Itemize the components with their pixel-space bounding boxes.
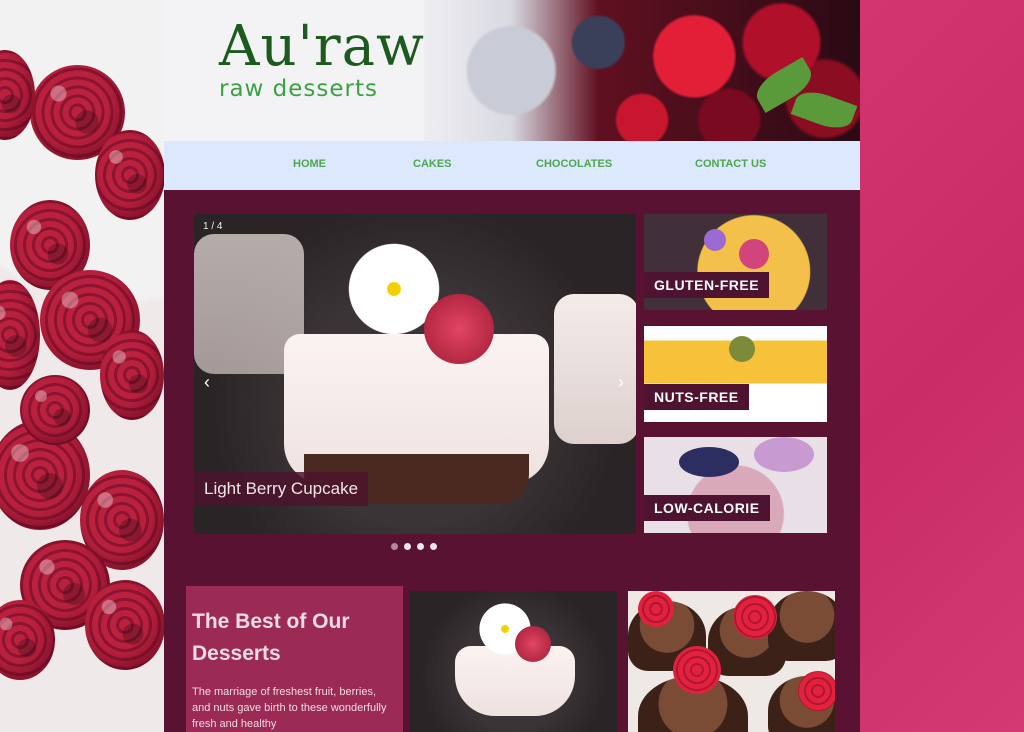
- nav-home[interactable]: HOME: [293, 158, 326, 170]
- raspberry-background: [0, 0, 164, 732]
- category-label: LOW-CALORIE: [644, 495, 770, 521]
- flower-decoration: [754, 437, 814, 472]
- dessert-tile-cupcake[interactable]: [410, 591, 617, 732]
- raspberry: [798, 671, 835, 711]
- slider-pagination: [391, 543, 437, 550]
- chocolate-cup: [768, 591, 835, 661]
- dessert-image: [554, 294, 636, 444]
- best-desserts-text: The marriage of freshest fruit, berries,…: [192, 686, 387, 730]
- raspberry: [673, 646, 721, 694]
- slide-caption: Light Berry Cupcake: [194, 472, 369, 506]
- best-desserts-panel: The Best of Our Desserts The marriage of…: [186, 586, 403, 732]
- flower-decoration: [729, 336, 755, 362]
- flower-decoration: [739, 239, 769, 269]
- nav-cakes[interactable]: CAKES: [413, 158, 452, 170]
- raspberry: [95, 130, 164, 220]
- header-fruit-photo: [424, 0, 860, 141]
- category-nuts-free[interactable]: NUTS-FREE: [644, 326, 827, 422]
- blueberries-decoration: [679, 447, 739, 477]
- leaf-decoration: [790, 85, 858, 135]
- raspberry: [20, 375, 90, 445]
- slider-dot[interactable]: [404, 543, 411, 550]
- raspberry: [638, 591, 674, 627]
- category-low-calorie[interactable]: LOW-CALORIE: [644, 437, 827, 533]
- raspberry: [0, 280, 40, 390]
- raspberry: [733, 595, 777, 639]
- best-desserts-title: The Best of Our Desserts: [192, 610, 350, 665]
- chevron-right-icon[interactable]: ›: [618, 372, 624, 393]
- flower-decoration: [704, 229, 726, 251]
- slider-dot[interactable]: [430, 543, 437, 550]
- rose-decoration: [515, 626, 551, 662]
- slider-dot[interactable]: [391, 543, 398, 550]
- page-container: Au'raw raw desserts HOME CAKES CHOCOLATE…: [164, 0, 860, 732]
- main-nav: HOME CAKES CHOCOLATES CONTACT US: [164, 141, 860, 190]
- category-gluten-free[interactable]: GLUTEN-FREE: [644, 214, 827, 310]
- raspberry: [85, 580, 164, 670]
- chevron-left-icon[interactable]: ‹: [204, 372, 210, 393]
- slide-counter: 1 / 4: [203, 221, 223, 232]
- site-header: Au'raw raw desserts: [164, 0, 860, 141]
- dessert-tile-chocolate-cups[interactable]: [628, 591, 835, 732]
- raspberry: [100, 330, 164, 420]
- pink-background: [860, 0, 1024, 732]
- nav-contact-us[interactable]: CONTACT US: [695, 158, 766, 170]
- nav-chocolates[interactable]: CHOCOLATES: [536, 158, 612, 170]
- rose-decoration: [424, 294, 494, 364]
- category-label: GLUTEN-FREE: [644, 272, 770, 298]
- site-logo[interactable]: Au'raw: [219, 14, 425, 79]
- raspberry: [0, 50, 35, 140]
- image-slider[interactable]: 1 / 4 ‹ › Light Berry Cupcake: [194, 214, 636, 534]
- category-label: NUTS-FREE: [644, 384, 749, 410]
- slider-dot[interactable]: [417, 543, 424, 550]
- site-tagline: raw desserts: [219, 76, 378, 102]
